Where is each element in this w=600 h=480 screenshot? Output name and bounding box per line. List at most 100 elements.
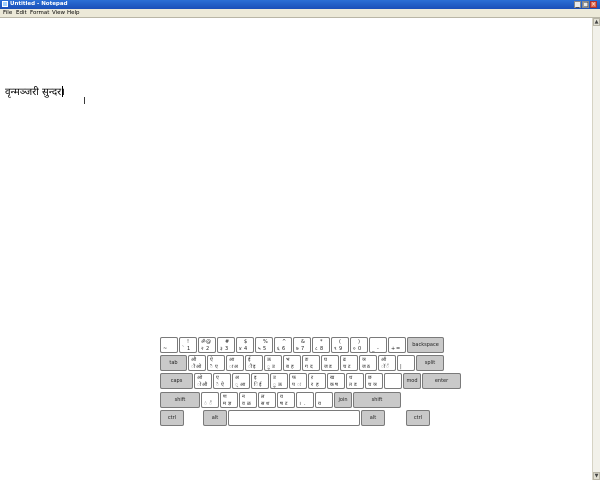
top-row-key-10[interactable]: ञजठ — [359, 355, 377, 371]
number-row-key-12[interactable]: + = — [388, 337, 406, 353]
home-row-key-10[interactable]: छचञ — [365, 373, 383, 389]
bottom-row-key-3[interactable]: नवळ — [239, 392, 257, 408]
key-glyph: @ — [206, 339, 211, 345]
top-row-key-1[interactable]: औौ ओ — [188, 355, 206, 371]
backspace-key[interactable]: backspace — [407, 337, 444, 353]
onscreen-keyboard: ~! ` 1 ॐ @२ 2 #३ 3 $४ 4% ५ 5 ^ ६ 6 & ७ 7 * ८ 8(९ 9) ० 0 _ - + = back… — [158, 337, 461, 429]
key-glyph: ल — [261, 394, 265, 400]
maximize-button[interactable]: □ — [582, 1, 589, 8]
top-row-key-5[interactable]: ऊू उ — [264, 355, 282, 371]
key-glyph: * — [320, 339, 323, 345]
top-row-key-6[interactable]: भबह — [283, 355, 301, 371]
close-button[interactable]: × — [590, 1, 597, 8]
number-row-key-8[interactable]: * ८ 8 — [312, 337, 330, 353]
vertical-scrollbar[interactable]: ▲ ▼ — [592, 18, 600, 480]
number-row-key-4[interactable]: $४ 4 — [236, 337, 254, 353]
top-row-key-7[interactable]: ङगद — [302, 355, 320, 371]
key-glyph: औ — [191, 357, 197, 363]
number-row-key-5[interactable]: % ५ 5 — [255, 337, 273, 353]
key-glyph: 6 — [282, 346, 286, 352]
key-glyph: ` — [182, 346, 185, 352]
key-glyph: ! — [187, 339, 190, 345]
join-key[interactable]: join — [334, 392, 352, 408]
key-glyph: अ — [235, 375, 239, 381]
space-key[interactable] — [228, 410, 360, 426]
number-row-key-7[interactable]: & ७ 7 — [293, 337, 311, 353]
key-glyph: म — [223, 401, 226, 407]
key-label: join — [338, 397, 348, 403]
key-label: shift — [174, 397, 186, 403]
bottom-row-key-2[interactable]: ण म ज्ञ — [220, 392, 238, 408]
enter-key[interactable]: enter — [422, 373, 461, 389]
top-row-key-9[interactable]: ढचट — [340, 355, 358, 371]
key-glyph: ै — [210, 364, 213, 370]
bottom-row-key-1[interactable]: ंँ — [201, 392, 219, 408]
key-glyph: ई — [259, 382, 262, 388]
key-glyph: ष — [335, 382, 338, 388]
menu-format[interactable]: Format — [30, 9, 49, 17]
number-row-key-11[interactable]: _ - — [369, 337, 387, 353]
menu-view[interactable]: View — [52, 9, 65, 17]
key-label: ctrl — [167, 415, 177, 421]
key-glyph: ञ — [362, 357, 366, 363]
key-glyph: 5 — [263, 346, 267, 352]
key-glyph: ॉ — [381, 364, 386, 370]
menu-edit[interactable]: Edit — [16, 9, 27, 17]
home-row-key-11[interactable] — [384, 373, 402, 389]
top-row-key-8[interactable]: घजड — [321, 355, 339, 371]
ctrl-key-left[interactable]: ctrl — [160, 410, 184, 426]
key-glyph: आ — [229, 357, 235, 363]
home-row-key-2[interactable]: एे ऐ — [213, 373, 231, 389]
bottom-row-key-5[interactable]: यषट — [277, 392, 295, 408]
home-row-key-5[interactable]: उु ऊ — [270, 373, 288, 389]
ctrl-key-right[interactable]: ctrl — [406, 410, 430, 426]
split-key[interactable]: split — [416, 355, 444, 371]
home-row-key-1[interactable]: ओो औ — [194, 373, 212, 389]
mod-key[interactable]: mod — [403, 373, 421, 389]
alt-key-right[interactable]: alt — [361, 410, 385, 426]
key-glyph: ७ — [296, 346, 299, 352]
key-glyph: 7 — [301, 346, 305, 352]
key-glyph: ण — [223, 394, 227, 400]
number-row-key-10[interactable]: ) ० 0 — [350, 337, 368, 353]
number-row-key-1[interactable]: ! ` 1 — [179, 337, 197, 353]
top-row-key-12[interactable]: | — [397, 355, 415, 371]
scroll-down-arrow-icon[interactable]: ▼ — [593, 472, 600, 480]
number-row-key-3[interactable]: #३ 3 — [217, 337, 235, 353]
number-row-key-6[interactable]: ^ ६ 6 — [274, 337, 292, 353]
scroll-up-arrow-icon[interactable]: ▲ — [593, 18, 600, 26]
tab-key[interactable]: tab — [160, 355, 187, 371]
home-row-key-3[interactable]: अ् आ — [232, 373, 250, 389]
top-row-key-11[interactable]: ऑॉॅ — [378, 355, 396, 371]
key-glyph: | — [400, 364, 402, 370]
minimize-button[interactable]: _ — [574, 1, 581, 8]
home-row-key-8[interactable]: खकष — [327, 373, 345, 389]
number-row-key-9[interactable]: (९ 9 — [331, 337, 349, 353]
top-row-key-2[interactable]: ऐै ए — [207, 355, 225, 371]
home-row-key-9[interactable]: थतड — [346, 373, 364, 389]
key-glyph: ६ — [277, 346, 280, 352]
home-row-key-6[interactable]: फ पः — [289, 373, 307, 389]
bottom-row-key-4[interactable]: लसश — [258, 392, 276, 408]
alt-key-right[interactable]: alt — [203, 410, 227, 426]
menu-file[interactable]: File — [3, 9, 12, 17]
key-glyph: न — [242, 394, 245, 400]
number-row-key-0[interactable]: ~ — [160, 337, 178, 353]
number-row-key-2[interactable]: ॐ @२ 2 — [198, 337, 216, 353]
shift-key-right[interactable]: shift — [353, 392, 401, 408]
key-glyph: _ — [372, 346, 375, 352]
top-row-key-3[interactable]: आा अ — [226, 355, 244, 371]
key-glyph: ० — [353, 346, 356, 352]
key-glyph: उ — [272, 364, 275, 370]
key-glyph: ह — [291, 364, 294, 370]
caps-key[interactable]: caps — [160, 373, 193, 389]
bottom-row-key-6[interactable]: ।. — [296, 392, 314, 408]
title-bar[interactable]: Untitled - Notepad _ □ × — [0, 0, 600, 9]
bottom-row-key-7[interactable]: य — [315, 392, 333, 408]
top-row-key-4[interactable]: ईी इ — [245, 355, 263, 371]
menu-help[interactable]: Help — [67, 9, 80, 17]
home-row-key-4[interactable]: इि ई — [251, 373, 269, 389]
key-glyph: अ — [234, 364, 238, 370]
shift-key-left[interactable]: shift — [160, 392, 200, 408]
home-row-key-7[interactable]: ऱरह — [308, 373, 326, 389]
